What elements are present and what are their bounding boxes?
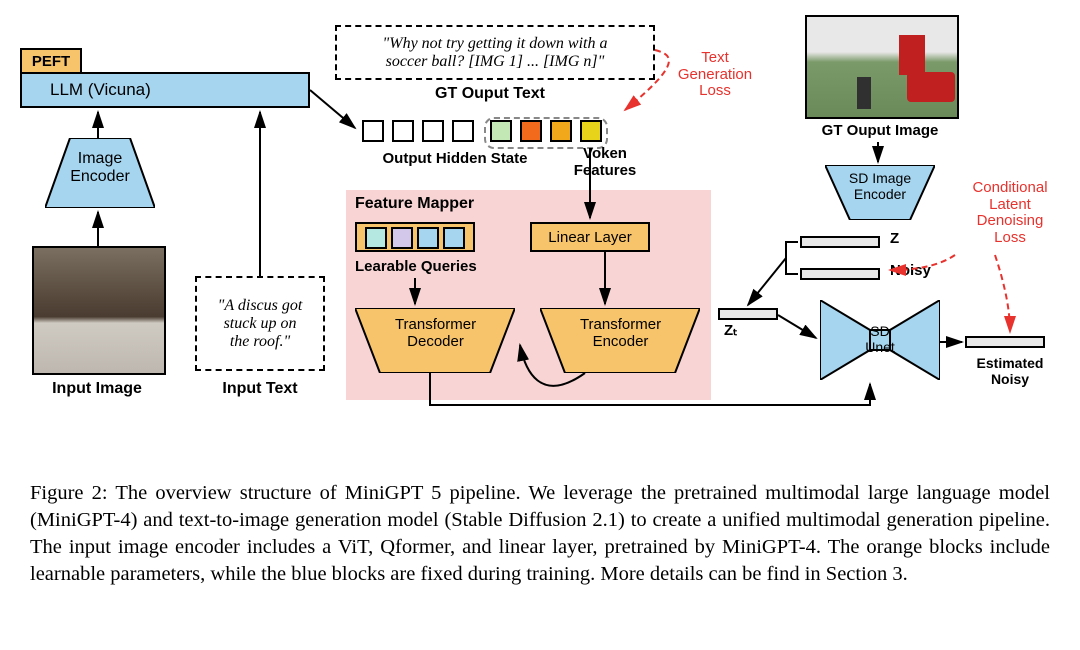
pipeline-diagram: PEFT LLM (Vicuna) Image Encoder Input Im… bbox=[20, 10, 1060, 460]
llm-block: LLM (Vicuna) bbox=[20, 72, 310, 108]
learnable-queries-box bbox=[355, 222, 475, 252]
linear-layer-box: Linear Layer bbox=[530, 222, 650, 252]
figure-caption: Figure 2: The overview structure of Mini… bbox=[30, 480, 1050, 588]
transformer-decoder-label: Transformer Decoder bbox=[368, 316, 503, 351]
transformer-encoder-label: Transformer Encoder bbox=[553, 316, 688, 351]
peft-block: PEFT bbox=[20, 48, 82, 74]
